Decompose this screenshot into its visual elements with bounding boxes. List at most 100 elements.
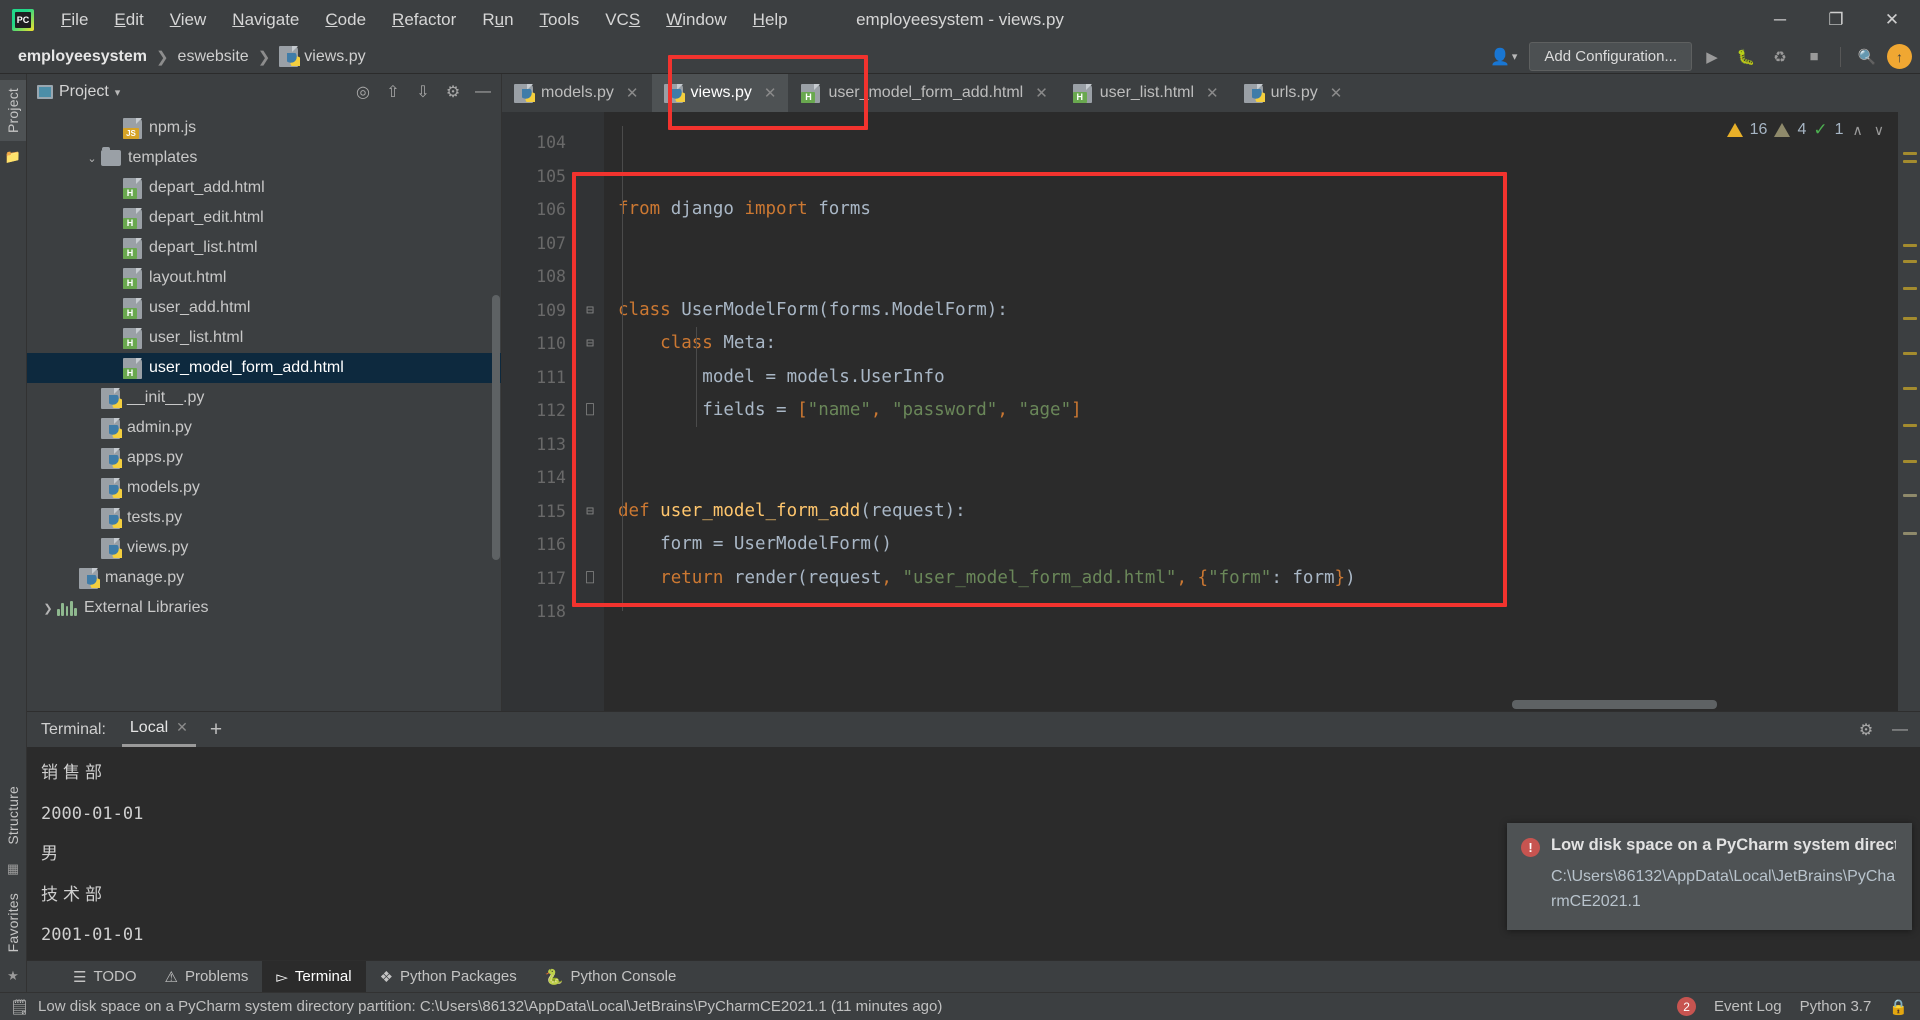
code-text[interactable]: from django import forms class UserModel… bbox=[604, 112, 1920, 711]
close-icon[interactable]: ✕ bbox=[1330, 84, 1343, 102]
close-icon[interactable]: ✕ bbox=[764, 84, 777, 102]
breadcrumb-module[interactable]: eswebsite bbox=[174, 46, 253, 68]
terminal-tab-local[interactable]: Local ✕ bbox=[121, 713, 196, 747]
code-line[interactable] bbox=[618, 595, 1920, 629]
editor-tab[interactable]: models.py ✕ bbox=[502, 74, 652, 112]
locate-icon[interactable]: ◎ bbox=[353, 82, 373, 102]
code-line[interactable]: class Meta: bbox=[618, 327, 1920, 361]
code-line[interactable]: def user_model_form_add(request): bbox=[618, 495, 1920, 529]
menu-file[interactable]: File bbox=[48, 5, 101, 35]
maximize-button[interactable]: ❐ bbox=[1808, 0, 1864, 40]
structure-icon[interactable]: ▦ bbox=[7, 861, 19, 877]
collapse-all-icon[interactable]: ⇩ bbox=[413, 82, 433, 102]
menu-tools[interactable]: Tools bbox=[527, 5, 593, 35]
tool-window-button[interactable]: ☰ TODO bbox=[59, 961, 151, 992]
previous-problem-icon[interactable]: ∧ bbox=[1851, 122, 1865, 139]
fold-end-marker[interactable]: ⎕ bbox=[576, 562, 604, 596]
code-line[interactable] bbox=[618, 461, 1920, 495]
run-coverage-icon[interactable]: ♻ bbox=[1766, 44, 1794, 70]
code-folding-gutter[interactable]: ⊟ ⊟ ⎕ ⊟ ⎕ bbox=[576, 112, 604, 711]
interpreter-label[interactable]: Python 3.7 bbox=[1800, 998, 1872, 1015]
stop-icon[interactable]: ■ bbox=[1800, 44, 1828, 70]
tree-item[interactable]: depart_edit.html bbox=[27, 203, 501, 233]
tree-item[interactable]: admin.py bbox=[27, 413, 501, 443]
menu-help[interactable]: Help bbox=[740, 5, 801, 35]
tool-window-button[interactable]: ▻ Terminal bbox=[262, 961, 366, 992]
fold-marker-class[interactable]: ⊟ bbox=[576, 294, 604, 328]
status-message[interactable]: 🗒 Low disk space on a PyCharm system dir… bbox=[10, 998, 942, 1016]
tree-item[interactable]: manage.py bbox=[27, 563, 501, 593]
hide-icon[interactable]: — bbox=[473, 83, 493, 101]
menu-refactor[interactable]: Refactor bbox=[379, 5, 469, 35]
tree-item[interactable]: depart_add.html bbox=[27, 173, 501, 203]
menu-view[interactable]: View bbox=[157, 5, 220, 35]
tree-item[interactable]: models.py bbox=[27, 473, 501, 503]
code-line[interactable]: return render(request, "user_model_form_… bbox=[618, 562, 1920, 596]
editor-tab[interactable]: views.py ✕ bbox=[651, 74, 790, 112]
tree-item[interactable]: depart_list.html bbox=[27, 233, 501, 263]
tree-item[interactable]: npm.js bbox=[27, 113, 501, 143]
tree-item[interactable]: user_list.html bbox=[27, 323, 501, 353]
tree-item[interactable]: __init__.py bbox=[27, 383, 501, 413]
editor-tab[interactable]: user_list.html ✕ bbox=[1061, 74, 1232, 112]
menu-code[interactable]: Code bbox=[312, 5, 379, 35]
chevron-down-icon[interactable]: ▾ bbox=[115, 86, 121, 99]
tool-window-button[interactable]: ⚠ Problems bbox=[151, 961, 263, 992]
fold-marker-function[interactable]: ⊟ bbox=[576, 495, 604, 529]
notification-balloon[interactable]: ! Low disk space on a PyCharm system dir… bbox=[1507, 823, 1912, 930]
user-icon[interactable]: 👤 ▾ bbox=[1484, 47, 1523, 67]
inspection-stripe[interactable] bbox=[1898, 112, 1920, 711]
menu-edit[interactable]: Edit bbox=[101, 5, 156, 35]
project-tree-scrollbar[interactable] bbox=[492, 295, 500, 560]
tree-item[interactable]: user_add.html bbox=[27, 293, 501, 323]
code-line[interactable] bbox=[618, 126, 1920, 160]
close-icon[interactable]: ✕ bbox=[1206, 84, 1219, 102]
tree-item[interactable]: views.py bbox=[27, 533, 501, 563]
code-line[interactable] bbox=[618, 160, 1920, 194]
tree-item[interactable]: ❯ External Libraries bbox=[27, 593, 501, 623]
expand-all-icon[interactable]: ⇧ bbox=[383, 82, 403, 102]
chevron-icon[interactable]: ⌄ bbox=[83, 152, 101, 165]
hide-icon[interactable]: — bbox=[1890, 721, 1910, 739]
tree-item[interactable]: apps.py bbox=[27, 443, 501, 473]
update-icon[interactable]: ↑ bbox=[1887, 44, 1912, 69]
folder-icon[interactable]: 📁 bbox=[5, 149, 21, 165]
sidebar-item-structure[interactable]: Structure bbox=[0, 778, 26, 853]
tree-item[interactable]: layout.html bbox=[27, 263, 501, 293]
breadcrumb-file[interactable]: views.py bbox=[275, 44, 369, 69]
sidebar-item-favorites[interactable]: Favorites bbox=[0, 885, 26, 960]
code-area[interactable]: 104 105 106 107 108 109 110 111 112 113 114 115 116 1… bbox=[502, 112, 1920, 711]
tree-item[interactable]: ⌄ templates bbox=[27, 143, 501, 173]
editor-tab[interactable]: user_model_form_add.html ✕ bbox=[789, 74, 1061, 112]
close-button[interactable]: ✕ bbox=[1864, 0, 1920, 40]
menu-navigate[interactable]: Navigate bbox=[219, 5, 312, 35]
code-line[interactable] bbox=[618, 227, 1920, 261]
tool-window-button[interactable]: 🐍 Python Console bbox=[531, 961, 691, 992]
star-icon[interactable]: ★ bbox=[7, 968, 19, 984]
next-problem-icon[interactable]: ∨ bbox=[1872, 122, 1886, 139]
code-line[interactable]: class UserModelForm(forms.ModelForm): bbox=[618, 294, 1920, 328]
gear-icon[interactable]: ⚙ bbox=[443, 82, 463, 102]
debug-icon[interactable]: 🐛 bbox=[1732, 44, 1760, 70]
editor-tab[interactable]: urls.py ✕ bbox=[1232, 74, 1356, 112]
chevron-icon[interactable]: ❯ bbox=[39, 602, 57, 615]
code-line[interactable] bbox=[618, 260, 1920, 294]
project-tree[interactable]: npm.js ⌄ templates depart_add.html depart_ed… bbox=[27, 110, 501, 711]
tree-item[interactable]: tests.py bbox=[27, 503, 501, 533]
code-line[interactable]: form = UserModelForm() bbox=[618, 528, 1920, 562]
gear-icon[interactable]: ⚙ bbox=[1856, 720, 1876, 740]
event-log-button[interactable]: Event Log bbox=[1714, 998, 1782, 1015]
code-line[interactable]: model = models.UserInfo bbox=[618, 361, 1920, 395]
code-line[interactable]: from django import forms bbox=[618, 193, 1920, 227]
close-icon[interactable]: ✕ bbox=[626, 84, 639, 102]
lock-icon[interactable]: 🔒 bbox=[1889, 998, 1908, 1016]
search-icon[interactable]: 🔍 bbox=[1853, 44, 1881, 70]
tool-window-button[interactable]: ❖ Python Packages bbox=[366, 961, 531, 992]
close-icon[interactable]: ✕ bbox=[1035, 84, 1048, 102]
menu-run[interactable]: Run bbox=[469, 5, 526, 35]
close-icon[interactable]: ✕ bbox=[176, 719, 188, 736]
tree-item[interactable]: user_model_form_add.html bbox=[27, 353, 501, 383]
code-line[interactable] bbox=[618, 428, 1920, 462]
editor-horizontal-scrollbar[interactable] bbox=[1512, 700, 1717, 709]
fold-end-marker[interactable]: ⎕ bbox=[576, 394, 604, 428]
